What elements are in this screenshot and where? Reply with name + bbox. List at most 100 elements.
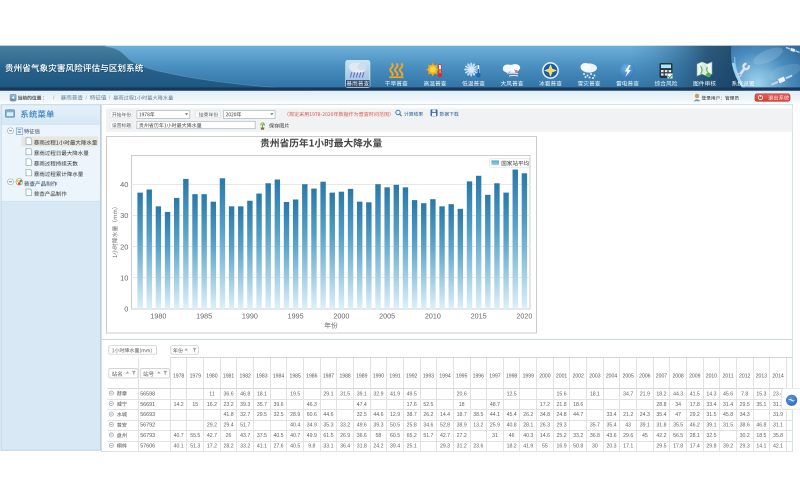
svg-text:44.6: 44.6 [373, 412, 383, 418]
svg-text:40.7: 40.7 [290, 433, 300, 439]
svg-text:1983: 1983 [256, 374, 267, 380]
svg-text:30: 30 [592, 444, 598, 450]
svg-text:16.9: 16.9 [557, 444, 567, 450]
svg-text:46.8: 46.8 [756, 423, 766, 429]
svg-text:10: 10 [120, 274, 128, 283]
svg-text:15.6: 15.6 [557, 391, 567, 397]
svg-text:27.6: 27.6 [273, 444, 283, 450]
svg-text:2012: 2012 [739, 374, 750, 380]
svg-text:33.2: 33.2 [240, 444, 250, 450]
svg-text:15.3: 15.3 [756, 391, 766, 397]
svg-text:28.2: 28.2 [224, 444, 234, 450]
svg-text:23.6: 23.6 [473, 444, 483, 450]
svg-text:34.7: 34.7 [623, 391, 633, 397]
svg-text:32.9: 32.9 [373, 391, 383, 397]
svg-text:14.1: 14.1 [756, 444, 766, 450]
svg-text:20.3: 20.3 [606, 444, 616, 450]
svg-text:18.1: 18.1 [590, 391, 600, 397]
svg-text:33.4: 33.4 [706, 402, 716, 408]
svg-text:29.6: 29.6 [623, 433, 633, 439]
svg-text:36.6: 36.6 [357, 433, 367, 439]
svg-text:1987: 1987 [323, 374, 334, 380]
svg-text:1997: 1997 [489, 374, 500, 380]
svg-text:48.7: 48.7 [490, 402, 500, 408]
svg-text:41.9: 41.9 [390, 391, 400, 397]
svg-text:25.9: 25.9 [490, 423, 500, 429]
svg-text:18.7: 18.7 [457, 412, 467, 418]
svg-text:1978: 1978 [173, 374, 184, 380]
svg-text:1989: 1989 [356, 374, 367, 380]
svg-text:17.8: 17.8 [673, 444, 683, 450]
svg-text:39.3: 39.3 [240, 402, 250, 408]
svg-text:24.2: 24.2 [373, 444, 383, 450]
svg-text:2008: 2008 [672, 374, 683, 380]
svg-text:57606: 57606 [140, 444, 155, 450]
svg-text:21.2: 21.2 [623, 412, 633, 418]
svg-text:17.2: 17.2 [540, 402, 550, 408]
svg-text:31.5: 31.5 [706, 412, 716, 418]
svg-text:39.1: 39.1 [357, 391, 367, 397]
svg-text:44.7: 44.7 [573, 412, 583, 418]
svg-text:2020: 2020 [516, 312, 532, 321]
svg-text:31: 31 [492, 433, 498, 439]
svg-text:2007: 2007 [656, 374, 667, 380]
svg-text:40.8: 40.8 [507, 423, 517, 429]
svg-text:44.1: 44.1 [490, 412, 500, 418]
svg-text:21.9: 21.9 [640, 391, 650, 397]
svg-text:16.2: 16.2 [207, 402, 217, 408]
svg-text:31.4: 31.4 [723, 402, 733, 408]
svg-text:17.1: 17.1 [623, 444, 633, 450]
svg-text:28.9: 28.9 [290, 412, 300, 418]
svg-text:17.8: 17.8 [690, 402, 700, 408]
svg-text:58: 58 [376, 433, 382, 439]
svg-text:30.2: 30.2 [740, 433, 750, 439]
svg-text:61.5: 61.5 [323, 433, 333, 439]
svg-text:29.1: 29.1 [323, 391, 333, 397]
svg-text:18.5: 18.5 [756, 433, 766, 439]
svg-text:14.4: 14.4 [440, 412, 450, 418]
svg-text:39.1: 39.1 [640, 423, 650, 429]
svg-text:46.8: 46.8 [240, 391, 250, 397]
svg-text:1984: 1984 [273, 374, 284, 380]
svg-text:29.8: 29.8 [706, 444, 716, 450]
svg-text:11: 11 [209, 391, 214, 397]
svg-text:42.2: 42.2 [656, 433, 666, 439]
svg-text:27.2: 27.2 [457, 433, 467, 439]
svg-text:65.2: 65.2 [407, 433, 417, 439]
svg-text:29.2: 29.2 [207, 423, 217, 429]
svg-text:26.2: 26.2 [423, 412, 433, 418]
svg-text:31.5: 31.5 [723, 423, 733, 429]
svg-text:41.9: 41.9 [523, 444, 533, 450]
svg-text:33.2: 33.2 [573, 433, 583, 439]
svg-text:2010: 2010 [706, 374, 717, 380]
svg-text:20: 20 [120, 242, 128, 251]
svg-text:40.3: 40.3 [523, 433, 533, 439]
svg-text:20.6: 20.6 [457, 391, 467, 397]
svg-text:34.3: 34.3 [740, 412, 750, 418]
svg-text:2002: 2002 [573, 374, 584, 380]
svg-text:1980: 1980 [206, 374, 217, 380]
svg-text:49.5: 49.5 [407, 391, 417, 397]
svg-text:43: 43 [625, 423, 631, 429]
svg-text:1980: 1980 [150, 312, 166, 321]
svg-text:2006: 2006 [639, 374, 650, 380]
svg-text:26: 26 [226, 433, 232, 439]
svg-text:17.6: 17.6 [407, 402, 417, 408]
svg-text:45.8: 45.8 [723, 412, 733, 418]
svg-text:1991: 1991 [389, 374, 400, 380]
svg-text:51.7: 51.7 [423, 433, 433, 439]
svg-text:50.5: 50.5 [390, 423, 400, 429]
svg-text:49.6: 49.6 [357, 423, 367, 429]
svg-text:60.5: 60.5 [390, 433, 400, 439]
svg-text:40: 40 [120, 180, 128, 189]
svg-text:34.8: 34.8 [540, 412, 550, 418]
svg-text:21.8: 21.8 [557, 402, 567, 408]
svg-text:37.5: 37.5 [257, 433, 267, 439]
svg-text:1990: 1990 [242, 312, 258, 321]
svg-text:2005: 2005 [622, 374, 633, 380]
svg-text:1985: 1985 [196, 312, 212, 321]
svg-text:14.3: 14.3 [706, 391, 716, 397]
svg-text:46.3: 46.3 [307, 402, 317, 408]
svg-text:1982: 1982 [240, 374, 251, 380]
svg-text:2001: 2001 [556, 374, 567, 380]
